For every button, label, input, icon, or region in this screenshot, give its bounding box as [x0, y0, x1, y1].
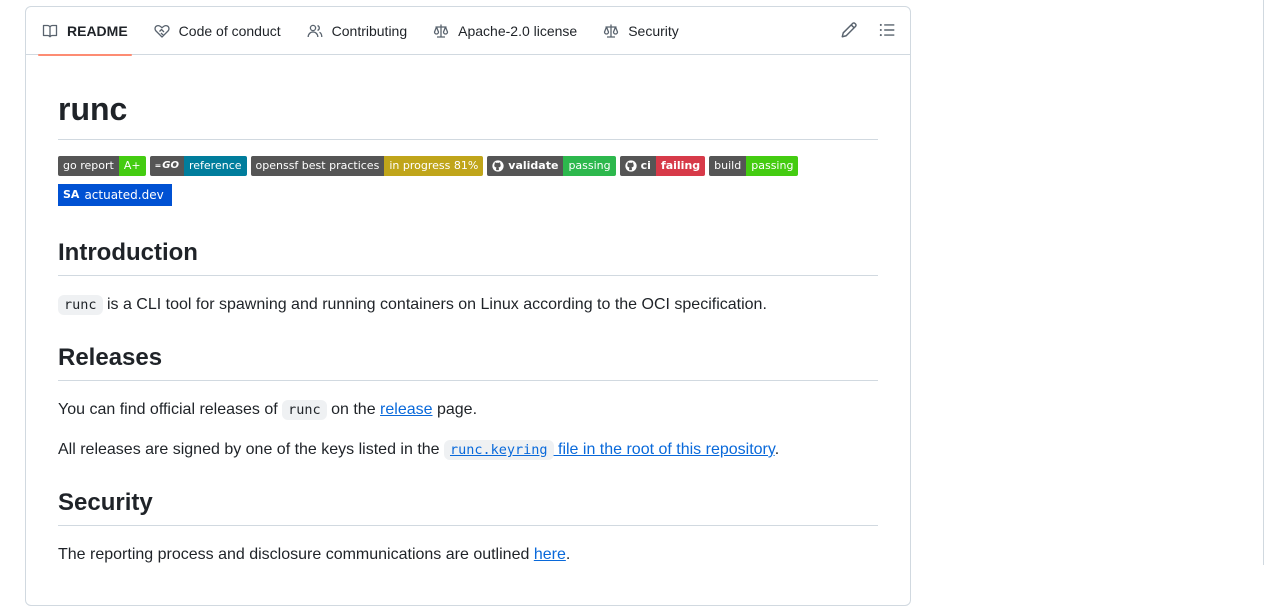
intro-paragraph: runc is a CLI tool for spawning and runn… — [58, 293, 878, 317]
tab-label: Apache-2.0 license — [458, 22, 578, 39]
tab-label: README — [67, 22, 128, 39]
tab-label: Code of conduct — [178, 22, 281, 39]
go-logo: = — [154, 161, 162, 170]
heart-handshake-icon — [154, 23, 170, 39]
tab-label: Contributing — [331, 22, 408, 39]
badge-right: in progress 81% — [384, 156, 484, 176]
heading-releases: Releases — [58, 343, 878, 381]
badge-right: passing — [563, 156, 616, 176]
badge-row: go report A+ = GO reference openssf best… — [58, 156, 878, 176]
people-icon — [307, 23, 323, 39]
tab-label: Security — [628, 22, 679, 39]
badge-go-report[interactable]: go report A+ — [58, 156, 146, 176]
pencil-icon[interactable] — [840, 21, 858, 39]
badge-left: = GO — [149, 156, 184, 176]
tab-code-of-conduct[interactable]: Code of conduct — [146, 7, 289, 55]
law-icon — [603, 23, 619, 39]
tab-license[interactable]: Apache-2.0 license — [425, 7, 585, 55]
readme-content: runc go report A+ = GO reference openssf… — [58, 55, 878, 567]
badge-go-reference[interactable]: = GO reference — [149, 156, 247, 176]
badge-left: go report — [58, 156, 119, 176]
text: . — [774, 441, 780, 458]
tab-contributing[interactable]: Contributing — [299, 7, 416, 55]
text: page. — [432, 401, 478, 418]
badge-label: actuated.dev — [84, 188, 164, 202]
badge-left: validate — [487, 156, 564, 176]
text: is a CLI tool for spawning and running c… — [102, 296, 767, 313]
releases-paragraph-1: You can find official releases of runc o… — [58, 398, 878, 422]
badge-right: failing — [655, 156, 706, 176]
badge-left-text: validate — [508, 159, 559, 172]
badge-left: ci — [619, 156, 656, 176]
badge-left: openssf best practices — [250, 156, 385, 176]
badge-right: A+ — [118, 156, 146, 176]
book-icon — [42, 23, 58, 39]
badge-right: reference — [183, 156, 247, 176]
link-text: file in the root of this repository — [553, 441, 775, 458]
heading-security: Security — [58, 488, 878, 526]
readme-panel: README Code of conduct Contributing Apac… — [25, 6, 911, 606]
badge-left-text: ci — [640, 159, 651, 172]
badge-left-text: GO — [162, 160, 179, 171]
badge-left: build — [709, 156, 747, 176]
badge-actuated[interactable]: SA actuated.dev — [58, 184, 172, 206]
law-icon — [433, 23, 449, 39]
readme-toolbar — [840, 21, 896, 39]
badge-prefix: SA — [63, 188, 80, 201]
text: You can find official releases of — [58, 401, 283, 418]
releases-paragraph-2: All releases are signed by one of the ke… — [58, 438, 878, 462]
text: The reporting process and disclosure com… — [58, 546, 534, 563]
heading-introduction: Introduction — [58, 238, 878, 276]
tab-readme[interactable]: README — [34, 7, 136, 56]
inline-code: runc — [282, 400, 327, 420]
badge-right: passing — [746, 156, 799, 176]
release-link[interactable]: release — [380, 401, 432, 418]
keyring-link[interactable]: runc.keyring file in the root of this re… — [444, 440, 775, 460]
list-unordered-icon[interactable] — [878, 21, 896, 39]
badge-validate[interactable]: validate passing — [487, 156, 616, 176]
security-link[interactable]: here — [534, 546, 566, 563]
badge-openssf[interactable]: openssf best practices in progress 81% — [250, 156, 484, 176]
page-right-border — [1263, 0, 1264, 565]
readme-tabs: README Code of conduct Contributing Apac… — [26, 7, 910, 56]
text: on the — [326, 401, 381, 418]
readme-title: runc — [58, 55, 878, 140]
badge-ci[interactable]: ci failing — [619, 156, 706, 176]
github-logo — [492, 160, 504, 172]
tab-security[interactable]: Security — [595, 7, 687, 55]
badge-build[interactable]: build passing — [709, 156, 799, 176]
inline-code: runc.keyring — [444, 440, 554, 460]
inline-code: runc — [58, 295, 103, 315]
security-paragraph: The reporting process and disclosure com… — [58, 543, 878, 567]
text: . — [565, 546, 571, 563]
text: All releases are signed by one of the ke… — [58, 441, 444, 458]
github-logo — [625, 160, 637, 172]
